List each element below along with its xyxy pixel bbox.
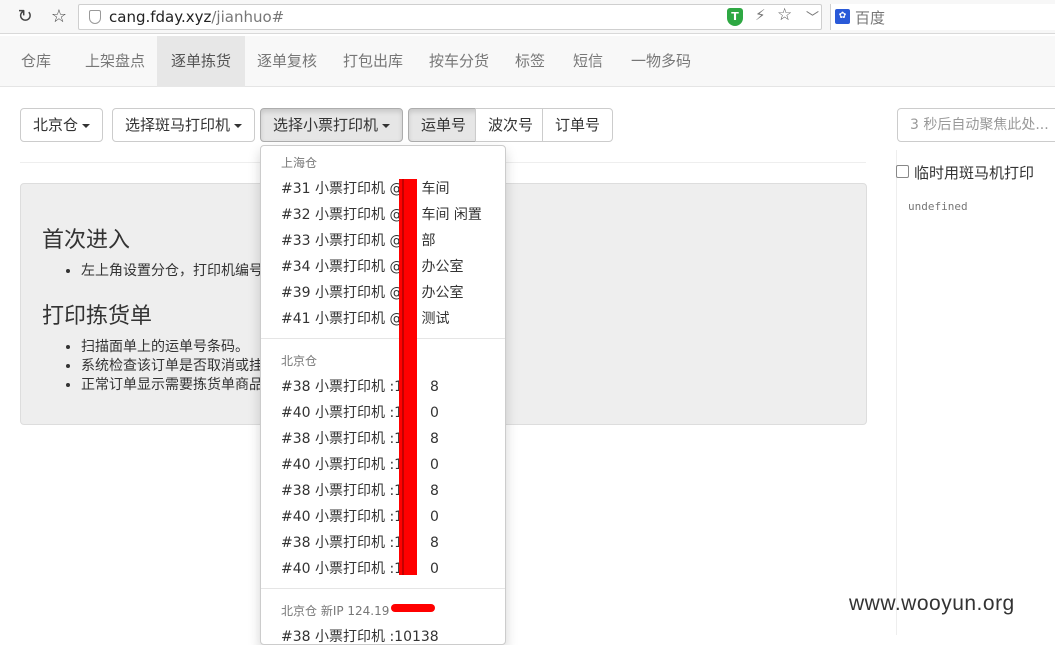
- nav-item-4[interactable]: 打包出库: [329, 36, 417, 87]
- printer-location: 8: [429, 483, 439, 499]
- chevron-down-icon[interactable]: ﹀: [806, 7, 819, 26]
- printer-location: 部: [421, 233, 436, 249]
- temp-zebra-label[interactable]: 临时用斑马机打印: [914, 162, 1034, 183]
- search-engine-box[interactable]: ✿ 百度: [830, 4, 1055, 30]
- help-title-first-visit: 首次进入: [42, 228, 131, 253]
- ticket-printer-menu: 上海仓 #31 小票打印机 @ 车间 #32 小票打印机 @ 车间 闲置 #33 小票打印…: [260, 145, 506, 645]
- help-title-print: 打印拣货单: [42, 304, 153, 329]
- printer-name: #38 小票打印机 :10: [281, 431, 412, 447]
- baidu-icon: ✿: [835, 9, 850, 24]
- site-security-icon[interactable]: [89, 10, 101, 24]
- bookmark-star-icon[interactable]: ☆: [48, 6, 70, 28]
- caret-down-icon: [82, 123, 91, 128]
- browser-toolbar: ↻ ☆ cang.fday.xyz/jianhuo# T ⚡ ☆ ﹀ ✿ 百度: [0, 0, 1055, 34]
- caret-down-icon: [234, 123, 243, 128]
- zebra-printer-label: 选择斑马打印机: [125, 116, 231, 134]
- nav-item-8[interactable]: 一物多码: [617, 36, 705, 87]
- printer-name: #40 小票打印机 :10: [281, 509, 412, 525]
- caret-down-icon: [382, 123, 391, 128]
- nav-item-2[interactable]: 逐单拣货: [157, 36, 246, 87]
- reload-icon[interactable]: ↻: [14, 6, 36, 28]
- warehouse-dropdown[interactable]: 北京仓: [20, 108, 104, 142]
- printer-name: #34 小票打印机 @: [281, 259, 404, 275]
- printer-name: #32 小票打印机 @: [281, 207, 404, 223]
- printer-location: 0: [429, 509, 439, 525]
- address-bar[interactable]: cang.fday.xyz/jianhuo# T ⚡ ☆ ﹀: [78, 4, 822, 30]
- list-item: 系统检查该订单是否取消或挂: [81, 357, 263, 376]
- menu-divider: [261, 588, 505, 589]
- printer-menu-item[interactable]: #39 小票打印机 @ 办公室: [281, 282, 463, 302]
- printer-name: #39 小票打印机 @: [281, 285, 404, 301]
- redaction-bar: [391, 604, 435, 612]
- lightning-icon[interactable]: ⚡: [755, 6, 766, 24]
- menu-divider: [261, 338, 505, 339]
- list-item: 正常订单显示需要拣货单商品: [81, 376, 263, 395]
- printer-location: 0: [429, 405, 439, 421]
- nav-item-5[interactable]: 按车分货: [415, 36, 503, 87]
- watermark-text: www.wooyun.org: [849, 592, 1015, 615]
- printer-location: 8: [429, 535, 439, 551]
- printer-name: #38 小票打印机 :10138: [281, 629, 439, 645]
- url-path: /jianhuo#: [211, 8, 285, 26]
- printer-menu-item[interactable]: #31 小票打印机 @ 车间: [281, 178, 449, 198]
- extension-shield-icon[interactable]: T: [727, 8, 743, 26]
- printer-location: 办公室: [421, 259, 464, 275]
- mode-order[interactable]: 订单号: [542, 108, 614, 142]
- nav-item-6[interactable]: 标签: [501, 36, 559, 87]
- printer-menu-item[interactable]: #32 小票打印机 @ 车间 闲置: [281, 204, 482, 224]
- printer-name: #41 小票打印机 @: [281, 311, 404, 327]
- printer-name: #38 小票打印机 :10: [281, 379, 412, 395]
- menu-group-header: 北京仓 新IP 124.19: [281, 604, 390, 618]
- temp-zebra-checkbox[interactable]: [896, 165, 909, 178]
- printer-location: 车间 闲置: [421, 207, 482, 223]
- printer-name: #40 小票打印机 :10: [281, 457, 412, 473]
- menu-group-header: 上海仓: [281, 156, 318, 170]
- url-host: cang.fday.xyz: [109, 8, 212, 26]
- app-navbar: 仓库 上架盘点 逐单拣货 逐单复核 打包出库 按车分货 标签 短信 一物多码: [0, 36, 1055, 87]
- printer-location: 8: [429, 431, 439, 447]
- list-item: 左上角设置分仓，打印机编号: [81, 262, 263, 281]
- printer-name: #38 小票打印机 :10: [281, 535, 412, 551]
- printer-name: #38 小票打印机 :10: [281, 483, 412, 499]
- help-list-first-visit: 左上角设置分仓，打印机编号: [81, 262, 263, 281]
- nav-item-3[interactable]: 逐单复核: [243, 36, 331, 87]
- printer-name: #40 小票打印机 :10: [281, 561, 412, 577]
- printer-location: 8: [429, 379, 439, 395]
- debug-output: undefined: [908, 200, 968, 213]
- printer-menu-item[interactable]: #41 小票打印机 @ 测试: [281, 308, 449, 328]
- zebra-printer-dropdown[interactable]: 选择斑马打印机: [112, 108, 256, 142]
- nav-item-7[interactable]: 短信: [559, 36, 617, 87]
- ticket-printer-label: 选择小票打印机: [273, 116, 379, 134]
- warehouse-label: 北京仓: [33, 116, 79, 134]
- url-text[interactable]: cang.fday.xyz/jianhuo#: [109, 8, 284, 26]
- printer-name: #40 小票打印机 :10: [281, 405, 412, 421]
- nav-item-1[interactable]: 上架盘点: [71, 36, 159, 87]
- nav-item-0[interactable]: 仓库: [7, 36, 65, 87]
- search-engine-label: 百度: [855, 9, 886, 27]
- mode-wave[interactable]: 波次号: [475, 108, 547, 142]
- printer-location: 0: [429, 457, 439, 473]
- mode-waybill[interactable]: 运单号: [408, 108, 480, 142]
- list-item: 扫描面单上的运单号条码。: [81, 338, 263, 357]
- printer-location: 0: [429, 561, 439, 577]
- redaction-edge: [402, 179, 404, 575]
- menu-group-header: 北京仓: [281, 354, 318, 368]
- printer-location: 办公室: [421, 285, 464, 301]
- printer-location: 车间: [421, 181, 450, 197]
- scan-input[interactable]: [897, 108, 1055, 142]
- side-panel: [896, 150, 1055, 635]
- printer-name: #31 小票打印机 @: [281, 181, 404, 197]
- ticket-printer-dropdown[interactable]: 选择小票打印机: [260, 108, 404, 142]
- help-list-print: 扫描面单上的运单号条码。 系统检查该订单是否取消或挂 正常订单显示需要拣货单商品: [81, 338, 263, 395]
- printer-menu-item[interactable]: #38 小票打印机 :10138: [281, 626, 457, 645]
- favorite-star-icon[interactable]: ☆: [777, 5, 792, 25]
- printer-name: #33 小票打印机 @: [281, 233, 404, 249]
- printer-menu-item[interactable]: #34 小票打印机 @ 办公室: [281, 256, 463, 276]
- printer-location: 测试: [421, 311, 450, 327]
